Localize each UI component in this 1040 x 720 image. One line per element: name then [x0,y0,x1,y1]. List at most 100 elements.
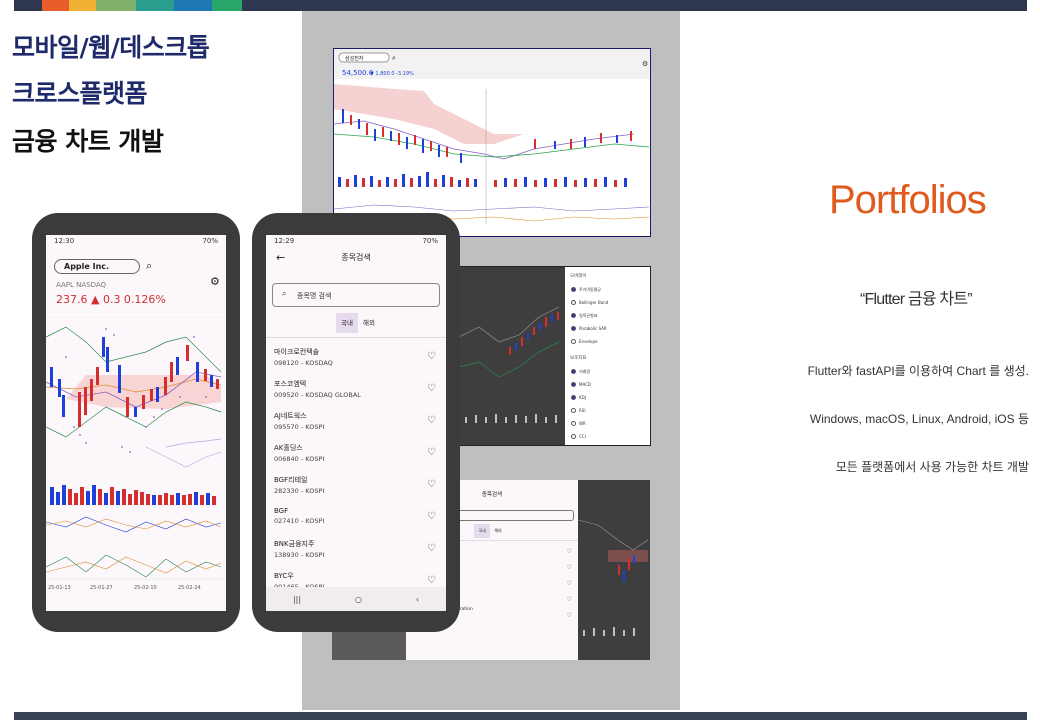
checked-icon[interactable] [571,369,576,374]
unchecked-icon[interactable] [571,408,576,413]
stock-name: 마이크로컨텍솔 [274,348,320,356]
modal-tab-domestic[interactable]: 국내 [474,524,490,538]
list-item[interactable]: BGF 027410 - KOSPI ♡ [266,505,446,537]
checkbox-label: 일목균형표 [579,312,598,318]
android-nav-bar: ||| ○ ‹ [266,587,446,611]
title-line-3: 금융 차트 개발 [12,127,164,156]
back-icon[interactable]: ‹ [416,595,419,604]
heart-icon[interactable]: ♡ [567,544,572,560]
shot3-chart-art [578,519,649,636]
stock-name: AK홀딩스 [274,444,303,452]
list-item[interactable]: BNK금융지주 138930 - KOSPI ♡ [266,537,446,569]
modal-tab-overseas[interactable]: 해외 [490,524,506,538]
checkbox-row[interactable]: RSI [571,404,650,417]
list-item[interactable]: 포스코엠텍 009520 - KOSDAQ GLOBAL ♡ [266,377,446,409]
title-line-2: 크로스플랫폼 [12,79,148,108]
checkbox-row[interactable]: WR [571,417,650,430]
stock-code: 027410 - KOSPI [274,517,325,525]
date-label: 25-01-27 [90,585,113,591]
checkbox-row[interactable]: MACD [571,378,650,391]
gear-icon[interactable]: ⚙ [210,275,220,288]
heart-icon[interactable]: ♡ [427,415,436,426]
stock-name: BYC우 [274,572,294,580]
stock-search-input[interactable]: Apple Inc. [54,259,140,274]
heart-icon[interactable]: ♡ [427,575,436,586]
stock-name: AJ네트웍스 [274,412,307,420]
status-bar: 12:30 70% [46,235,226,247]
checked-icon[interactable] [571,313,576,318]
checked-icon[interactable] [571,326,576,331]
recent-apps-icon[interactable]: ||| [293,595,301,604]
checkbox-row[interactable]: CCI [571,430,650,443]
stock-code: 095570 - KOSPI [274,423,325,431]
checkbox-label: Parabolic SAR [579,326,607,331]
accent-segment-blue [174,0,212,11]
date-label: 25-02-10 [134,585,157,591]
phone-search: 12:29 70% ← 종목검색 ⌕ 종목명 검색 국내 해외 마이크로컨텍솔 0… [252,213,460,632]
status-time: 12:29 [274,237,295,245]
heart-icon[interactable]: ♡ [427,479,436,490]
heart-icon[interactable]: ♡ [567,560,572,576]
shot1-price: 54,500.0 [342,69,373,77]
heart-icon[interactable]: ♡ [567,608,572,624]
unchecked-icon[interactable] [571,434,576,439]
checked-icon[interactable] [571,382,576,387]
list-item[interactable]: AK홀딩스 006840 - KOSPI ♡ [266,441,446,473]
aux-header: 보조지표 [570,356,587,361]
status-battery: 70% [202,237,218,245]
checkbox-row[interactable]: Parabolic SAR [571,322,650,335]
screen-title: 종목검색 [341,253,371,262]
checkbox-label: Envelope [579,339,598,344]
checkbox-row[interactable]: KDJ [571,391,650,404]
stock-search-field[interactable]: ⌕ 종목명 검색 [272,283,440,307]
stock-name: BNK금융지주 [274,540,315,548]
unchecked-icon[interactable] [571,421,576,426]
stock-code: 282330 - KOSPI [274,487,325,495]
checkbox-row[interactable]: 일목균형표 [571,309,650,322]
checkbox-row[interactable]: 주가이동평균 [571,283,650,296]
description-line-3: 모든 플랫폼에서 사용 가능한 차트 개발 [835,460,1029,474]
checkbox-label: MACD [579,382,591,387]
shot2-chart-art [459,306,560,423]
checkbox-row[interactable]: 거래량 [571,365,650,378]
stock-list: 마이크로컨텍솔 098120 - KOSDAQ ♡ 포스코엠텍 009520 - KOS… [266,345,446,601]
heart-icon[interactable]: ♡ [427,447,436,458]
candlestick-chart[interactable]: 25-01-13 25-01-27 25-02-10 25-02-24 [46,317,226,611]
home-icon[interactable]: ○ [355,595,362,604]
accent-segment-yellow [69,0,96,11]
tab-domestic[interactable]: 국내 [336,313,358,333]
checked-icon[interactable] [571,395,576,400]
search-icon: ⌕ [392,54,396,62]
heart-icon[interactable]: ♡ [427,383,436,394]
shot1-chart-art [334,84,650,224]
list-divider [266,337,446,338]
shot1-search-value: 삼성전자 [345,55,364,62]
search-placeholder: 종목명 검색 [297,292,332,300]
checkbox-row[interactable]: Bollinger Band [571,296,650,309]
status-time: 12:30 [54,237,75,245]
list-item[interactable]: 마이크로컨텍솔 098120 - KOSDAQ ♡ [266,345,446,377]
list-item[interactable]: AJ네트웍스 095570 - KOSPI ♡ [266,409,446,441]
checkbox-label: KDJ [579,395,586,400]
volume-bars [50,485,216,505]
ticker-label: AAPL NASDAQ [56,281,107,289]
heart-icon[interactable]: ♡ [567,576,572,592]
heart-icon[interactable]: ♡ [427,511,436,522]
heart-icon[interactable]: ♡ [567,592,572,608]
description-line-1: Flutter와 fastAPI를 이용하여 Chart 를 생성. [807,364,1029,378]
heart-icon[interactable]: ♡ [427,351,436,362]
stock-code: 098120 - KOSDAQ [274,359,333,367]
unchecked-icon[interactable] [571,339,576,344]
phone-chart: 12:30 70% Apple Inc. ⌕ ⚙ AAPL NASDAQ 237… [32,213,240,632]
unchecked-icon[interactable] [571,300,576,305]
tab-overseas[interactable]: 해외 [358,313,380,333]
list-item[interactable]: BGF리테일 282330 - KOSPI ♡ [266,473,446,505]
heart-icon[interactable]: ♡ [427,543,436,554]
checked-icon[interactable] [571,287,576,292]
stock-name: 포스코엠텍 [274,380,307,388]
search-icon[interactable]: ⌕ [146,259,152,273]
stock-code: 009520 - KOSDAQ GLOBAL [274,391,361,399]
bottom-bar [14,712,1027,720]
description-line-2: Windows, macOS, Linux, Android, iOS 등 [809,412,1029,426]
checkbox-row[interactable]: Envelope [571,335,650,348]
